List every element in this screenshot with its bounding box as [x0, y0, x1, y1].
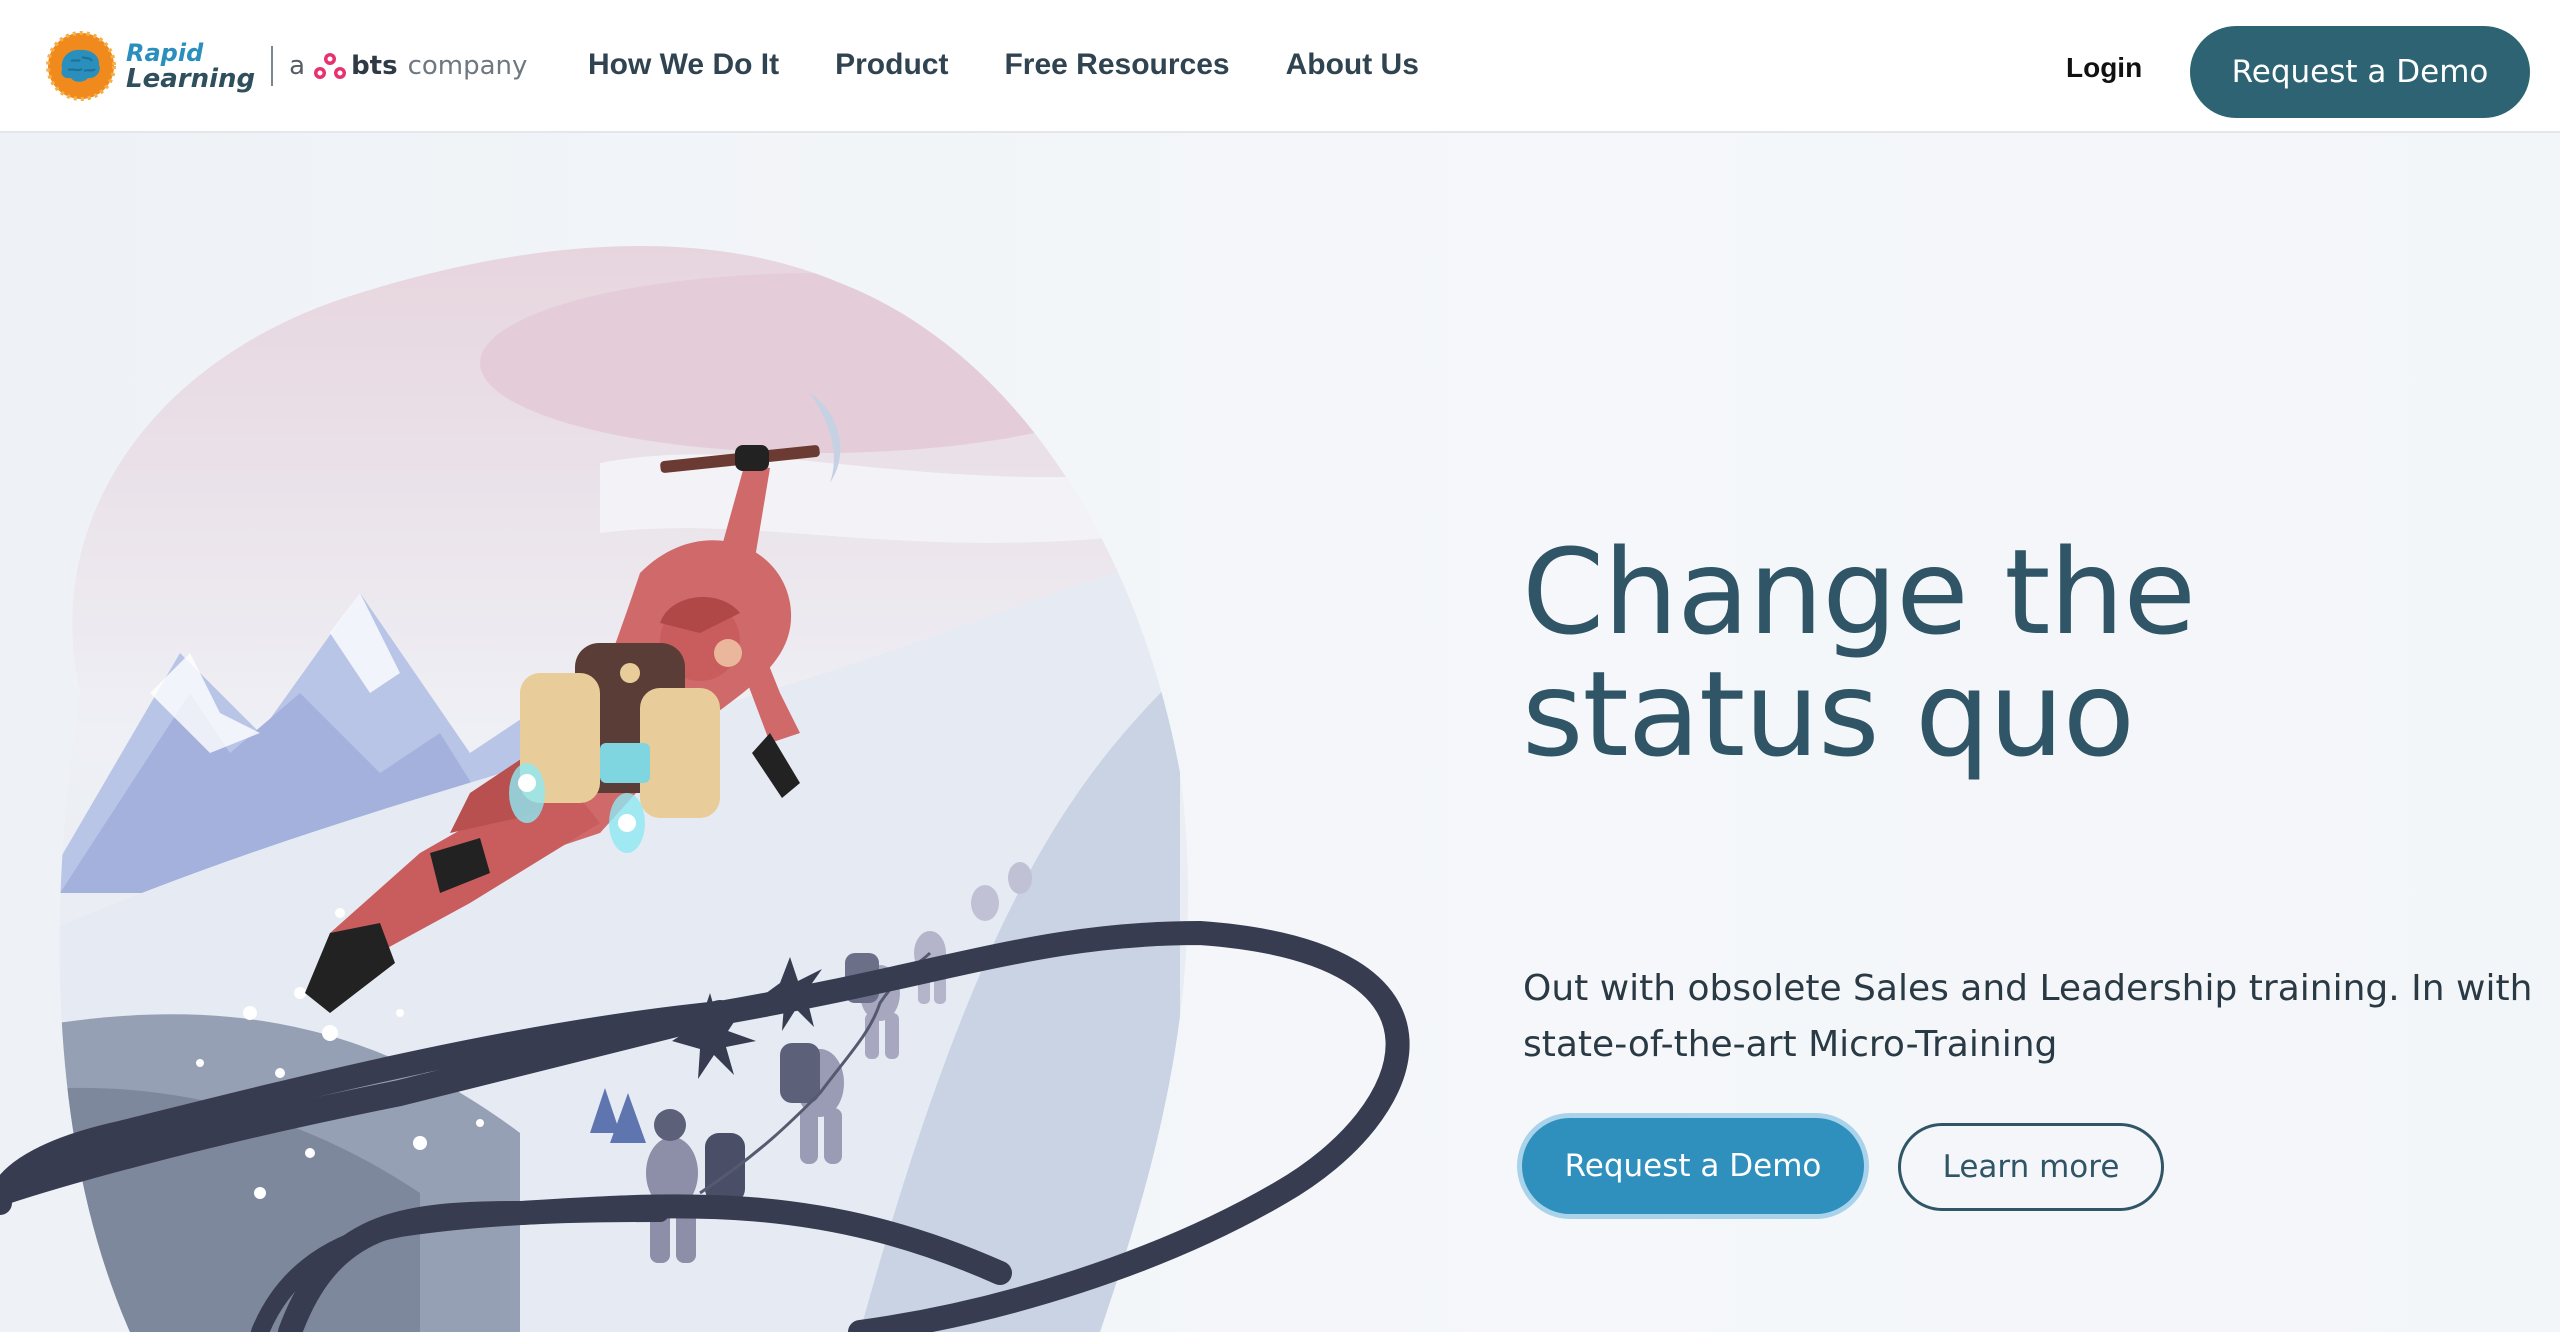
- hero-subtitle: Out with obsolete Sales and Leadership t…: [1523, 968, 2533, 1065]
- main-nav: How We Do It Product Free Resources Abou…: [588, 48, 1419, 82]
- nav-free-resources[interactable]: Free Resources: [1004, 48, 1229, 82]
- site-header: Rapid Learning a bts company How We Do I…: [0, 0, 2560, 133]
- bts-suffix: company: [407, 51, 528, 81]
- bts-brand: bts: [351, 51, 398, 81]
- hero-section: Change the status quo Out with obsolete …: [0, 133, 2560, 1332]
- bts-dots-icon: [314, 53, 347, 79]
- hero-title: Change the status quo: [1522, 523, 2196, 783]
- nav-about-us[interactable]: About Us: [1286, 48, 1419, 82]
- logo-wordmark: Rapid Learning: [126, 40, 255, 92]
- site-logo[interactable]: Rapid Learning a bts company: [44, 30, 527, 102]
- hero-learn-more-button[interactable]: Learn more: [1898, 1123, 2164, 1211]
- logo-line1: Rapid: [126, 39, 204, 67]
- nav-how-we-do-it[interactable]: How We Do It: [588, 48, 779, 82]
- bts-lockup: a bts company: [289, 51, 527, 81]
- nav-product[interactable]: Product: [835, 48, 948, 82]
- hero-request-demo-button[interactable]: Request a Demo: [1522, 1118, 1864, 1214]
- header-request-demo-button[interactable]: Request a Demo: [2190, 26, 2530, 118]
- bts-prefix: a: [289, 51, 306, 81]
- logo-divider: [271, 46, 274, 86]
- logo-line2: Learning: [126, 64, 256, 94]
- login-link[interactable]: Login: [2066, 52, 2142, 84]
- rapid-learning-logo-icon: [46, 31, 116, 101]
- hero-illustration: [0, 245, 1410, 1332]
